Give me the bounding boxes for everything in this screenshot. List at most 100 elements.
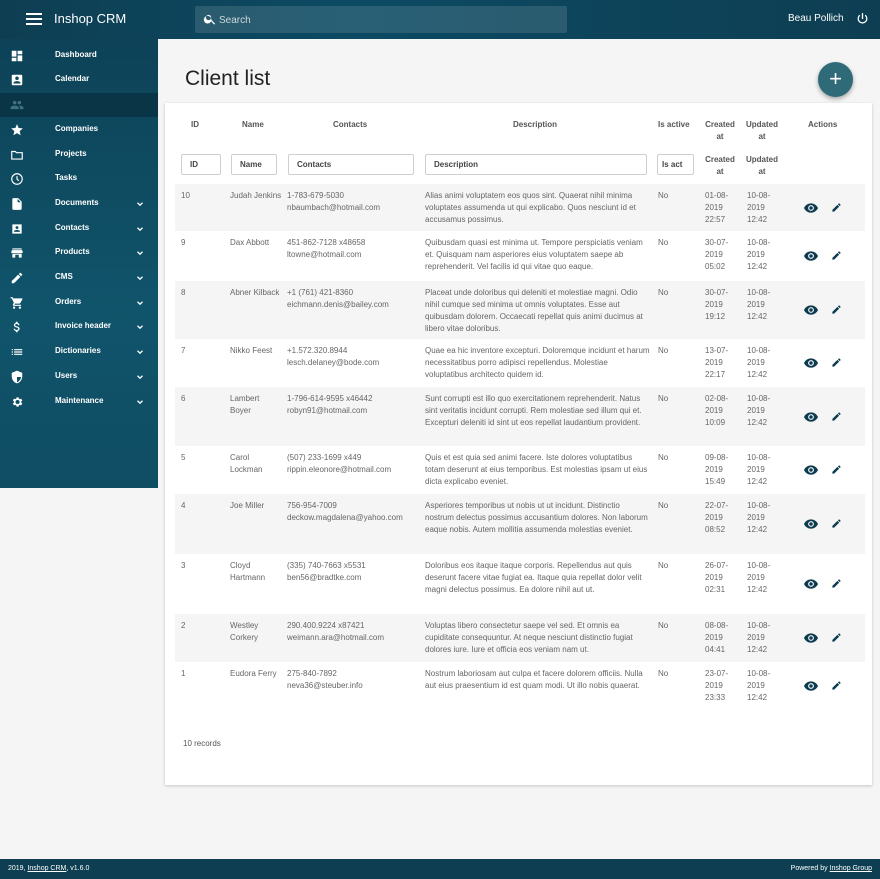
cell-updated: 10-08-2019 12:42 bbox=[747, 453, 771, 486]
search-input[interactable] bbox=[219, 11, 549, 29]
contact-phone: +1.572.320.8944 bbox=[287, 346, 348, 355]
table-row[interactable]: 10 Judah Jenkins 1-783-679-5030 nbaumbach@h… bbox=[175, 184, 865, 231]
edit-pencil-icon[interactable] bbox=[831, 250, 842, 261]
shield-icon bbox=[11, 370, 23, 384]
chevron-down-icon[interactable] bbox=[135, 273, 145, 283]
sidebar-item-dictionaries[interactable]: Dictionaries bbox=[0, 340, 158, 364]
cell-contacts: 275-840-7892 neva36@steuber.info bbox=[287, 668, 422, 692]
table-row[interactable]: 8 Abner Kilback +1 (761) 421-8360 eichmann.… bbox=[175, 281, 865, 339]
chevron-down-icon[interactable] bbox=[135, 322, 145, 332]
view-eye-icon[interactable] bbox=[804, 412, 818, 422]
add-client-button[interactable]: + bbox=[818, 62, 853, 97]
cell-name: Judah Jenkins bbox=[230, 191, 282, 200]
star-icon bbox=[11, 124, 23, 136]
edit-pencil-icon[interactable] bbox=[831, 304, 842, 315]
edit-pencil-icon[interactable] bbox=[831, 578, 842, 589]
edit-pencil-icon[interactable] bbox=[831, 357, 842, 368]
edit-pencil-icon[interactable] bbox=[831, 411, 842, 422]
filter-description-input[interactable] bbox=[425, 154, 647, 175]
cell-updated: 10-08-2019 12:42 bbox=[747, 669, 771, 702]
cell-description: Alias animi voluptatem eos quos sint. Qu… bbox=[425, 191, 636, 224]
sidebar-item-projects[interactable]: Projects bbox=[0, 143, 158, 167]
chevron-down-icon[interactable] bbox=[135, 298, 145, 308]
table-row[interactable]: 1 Eudora Ferry 275-840-7892 neva36@steuber.… bbox=[175, 662, 865, 710]
footer-company-link[interactable]: Inshop Group bbox=[830, 865, 872, 872]
edit-pencil-icon[interactable] bbox=[831, 632, 842, 643]
chevron-down-icon[interactable] bbox=[135, 199, 145, 209]
cell-description: Voluptas libero consectetur saepe vel se… bbox=[425, 621, 633, 654]
sidebar-item-tasks[interactable]: Tasks bbox=[0, 167, 158, 191]
sidebar-item-companies[interactable]: Companies bbox=[0, 118, 158, 142]
view-eye-icon[interactable] bbox=[804, 465, 818, 475]
view-eye-icon[interactable] bbox=[804, 203, 818, 213]
menu-icon[interactable] bbox=[26, 11, 42, 27]
filter-updated-label[interactable]: Updated at bbox=[745, 154, 779, 178]
edit-pencil-icon[interactable] bbox=[831, 518, 842, 529]
sidebar-item-clients[interactable] bbox=[0, 93, 158, 117]
sidebar-item-documents[interactable]: Documents bbox=[0, 192, 158, 216]
cell-contacts: 1-796-614-9595 x46442 robyn91@hotmail.com bbox=[287, 393, 422, 417]
column-header-id[interactable]: ID bbox=[191, 119, 199, 131]
sidebar-item-users[interactable]: Users bbox=[0, 365, 158, 389]
view-eye-icon[interactable] bbox=[804, 358, 818, 368]
power-icon[interactable] bbox=[856, 12, 869, 25]
cell-contacts: 451-862-7128 x48658 ltowne@hotmail.com bbox=[287, 237, 422, 261]
chevron-down-icon[interactable] bbox=[135, 397, 145, 407]
cell-description: Doloribus eos itaque itaque corporis. Re… bbox=[425, 561, 642, 594]
cell-contacts: 290.400.9224 x87421 weimann.ara@hotmail.c… bbox=[287, 620, 422, 644]
sidebar-item-calendar[interactable]: Calendar bbox=[0, 68, 158, 92]
column-header-updated[interactable]: Updated at bbox=[745, 119, 779, 143]
edit-pencil-icon[interactable] bbox=[831, 680, 842, 691]
table-row[interactable]: 4 Joe Miller 756-954-7009 deckow.magdalena@… bbox=[175, 494, 865, 554]
chevron-down-icon[interactable] bbox=[135, 372, 145, 382]
filter-contacts-input[interactable] bbox=[288, 154, 414, 175]
chevron-down-icon[interactable] bbox=[135, 248, 145, 258]
search-box[interactable] bbox=[195, 6, 567, 33]
view-eye-icon[interactable] bbox=[804, 305, 818, 315]
sidebar-item-dashboard[interactable]: Dashboard bbox=[0, 44, 158, 68]
footer-version: , v1.6.0 bbox=[66, 865, 90, 872]
sidebar-item-cms[interactable]: CMS bbox=[0, 266, 158, 290]
user-name[interactable]: Beau Pollich bbox=[788, 13, 844, 24]
sidebar-item-invoice-header[interactable]: Invoice header bbox=[0, 315, 158, 339]
sidebar-item-orders[interactable]: Orders bbox=[0, 291, 158, 315]
edit-pencil-icon[interactable] bbox=[831, 464, 842, 475]
table-row[interactable]: 2 Westley Corkery 290.400.9224 x87421 weima… bbox=[175, 614, 865, 662]
view-eye-icon[interactable] bbox=[804, 579, 818, 589]
sidebar-item-maintenance[interactable]: Maintenance bbox=[0, 390, 158, 414]
cell-id: 6 bbox=[181, 394, 186, 403]
table-row[interactable]: 9 Dax Abbott 451-862-7128 x48658 ltowne@hot… bbox=[175, 231, 865, 281]
footer-copyright: 2019, Inshop CRM, v1.6.0 bbox=[8, 865, 89, 872]
cell-created: 30-07-2019 19:12 bbox=[705, 288, 729, 321]
table-row[interactable]: 7 Nikko Feest +1.572.320.8944 lesch.delaney… bbox=[175, 339, 865, 387]
table-row[interactable]: 6 Lambert Boyer 1-796-614-9595 x46442 robyn… bbox=[175, 387, 865, 446]
cell-name: Nikko Feest bbox=[230, 346, 273, 355]
column-header-contacts[interactable]: Contacts bbox=[333, 119, 367, 131]
sidebar-item-label: Maintenance bbox=[55, 396, 104, 405]
view-eye-icon[interactable] bbox=[804, 519, 818, 529]
table-row[interactable]: 5 Carol Lockman (507) 233-1699 x449 rippin.… bbox=[175, 446, 865, 494]
filter-created-label[interactable]: Created at bbox=[703, 154, 737, 178]
column-header-name[interactable]: Name bbox=[242, 119, 264, 131]
column-header-description[interactable]: Description bbox=[513, 119, 557, 131]
table-row[interactable]: 3 Cloyd Hartmann (335) 740-7663 x5531 ben56… bbox=[175, 554, 865, 614]
column-header-created[interactable]: Created at bbox=[703, 119, 737, 143]
cell-active: No bbox=[658, 288, 669, 297]
filter-id-input[interactable] bbox=[181, 154, 221, 175]
app-title[interactable]: Inshop CRM bbox=[54, 11, 126, 26]
view-eye-icon[interactable] bbox=[804, 633, 818, 643]
filter-name-input[interactable] bbox=[231, 154, 277, 175]
chevron-down-icon[interactable] bbox=[135, 224, 145, 234]
cell-id: 1 bbox=[181, 669, 186, 678]
view-eye-icon[interactable] bbox=[804, 251, 818, 261]
edit-pencil-icon[interactable] bbox=[831, 202, 842, 213]
cell-active: No bbox=[658, 561, 669, 570]
sidebar-item-products[interactable]: Products bbox=[0, 241, 158, 265]
filter-active-input[interactable] bbox=[657, 154, 694, 175]
chevron-down-icon[interactable] bbox=[135, 347, 145, 357]
footer-app-link[interactable]: Inshop CRM bbox=[27, 865, 66, 872]
view-eye-icon[interactable] bbox=[804, 681, 818, 691]
column-header-active[interactable]: Is active bbox=[658, 119, 690, 131]
sidebar-item-contacts[interactable]: Contacts bbox=[0, 217, 158, 241]
top-app-bar: Inshop CRM Beau Pollich bbox=[0, 0, 880, 39]
